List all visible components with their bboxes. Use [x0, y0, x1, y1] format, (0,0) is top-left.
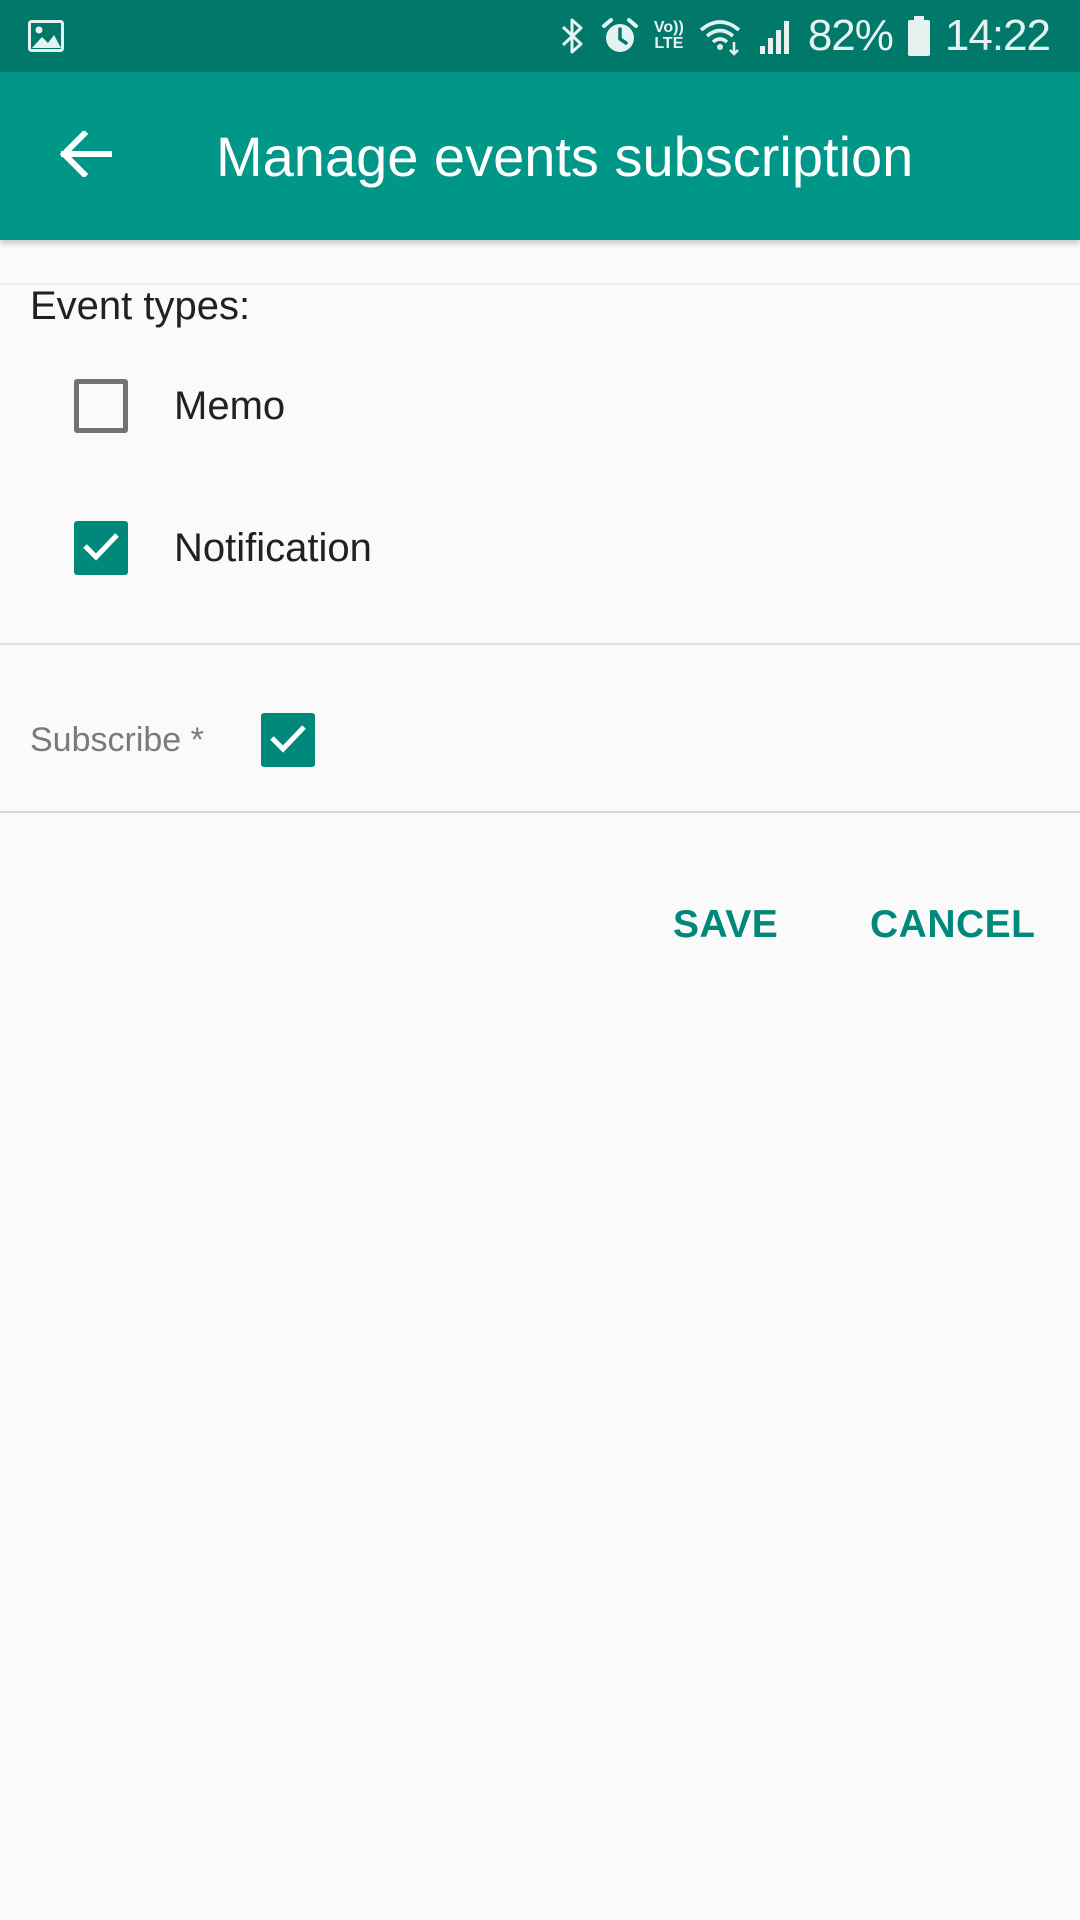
notification-checkbox[interactable]: [74, 521, 128, 575]
back-button[interactable]: [48, 118, 124, 194]
alarm-icon: [600, 16, 640, 56]
checkmark-icon: [81, 530, 121, 567]
memo-label: Memo: [174, 383, 286, 428]
page-title: Manage events subscription: [216, 124, 914, 188]
clock-time: 14:22: [944, 11, 1051, 60]
volte-icon: Vo)) LTE: [653, 19, 684, 52]
divider: [0, 643, 1080, 645]
cancel-button[interactable]: CANCEL: [870, 890, 1036, 960]
event-type-memo-row[interactable]: Memo: [74, 376, 285, 436]
save-button[interactable]: SAVE: [673, 890, 778, 960]
arrow-back-icon: [59, 129, 113, 182]
subscribe-label: Subscribe *: [30, 720, 204, 759]
subscribe-row: Subscribe *: [30, 710, 315, 770]
battery-icon: [907, 15, 931, 57]
image-icon: [28, 18, 64, 54]
event-types-label: Event types:: [30, 284, 251, 328]
checkmark-icon: [268, 722, 308, 759]
notification-label: Notification: [174, 525, 372, 570]
signal-icon: [758, 16, 794, 56]
divider: [0, 811, 1080, 813]
event-type-notification-row[interactable]: Notification: [74, 518, 372, 578]
memo-checkbox[interactable]: [74, 379, 128, 433]
wifi-icon: [698, 16, 744, 56]
subscribe-checkbox[interactable]: [261, 713, 315, 767]
app-bar: Manage events subscription: [0, 72, 1080, 240]
bluetooth-icon: [560, 16, 586, 56]
status-bar: Vo)) LTE 82% 14:22: [0, 0, 1080, 72]
battery-percentage: 82%: [807, 11, 894, 60]
